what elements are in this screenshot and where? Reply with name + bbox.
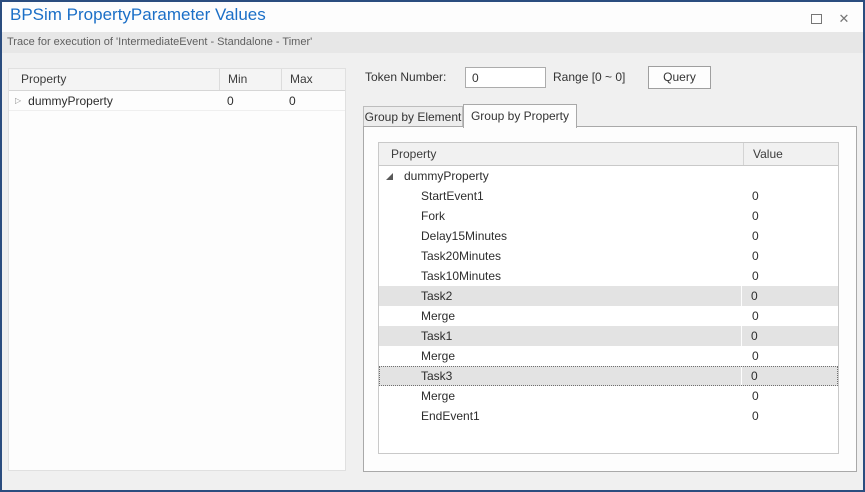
minmax-table-header: Property Min Max xyxy=(9,69,345,91)
column-header-property: Property xyxy=(379,143,743,165)
minmax-table-body: ▷ dummyProperty 00 xyxy=(9,91,345,111)
property-value: 0 xyxy=(743,386,838,406)
bpsim-dialog-window: BPSim PropertyParameter Values ✕ Trace f… xyxy=(0,0,865,492)
property-name: Task2 xyxy=(421,286,452,306)
tab-group-by-element[interactable]: Group by Element xyxy=(363,106,463,127)
table-row[interactable]: Task3 0 xyxy=(379,366,838,386)
table-row[interactable]: EndEvent1 0 xyxy=(379,406,838,426)
property-name: dummyProperty xyxy=(28,91,113,111)
column-header-property: Property xyxy=(9,69,219,90)
property-value: 0 xyxy=(742,326,838,346)
group-by-property-panel: Property Value dummyPropertyStartEvent1 0… xyxy=(363,126,857,472)
property-name: EndEvent1 xyxy=(421,406,480,426)
property-name: StartEvent1 xyxy=(421,186,484,206)
property-value-table-body: dummyPropertyStartEvent10Fork0Delay15Min… xyxy=(379,166,838,426)
table-row[interactable]: Task1 0 xyxy=(379,326,838,346)
min-value: 0 xyxy=(219,91,281,110)
title-bar: BPSim PropertyParameter Values ✕ xyxy=(2,2,863,32)
column-header-max: Max xyxy=(281,69,345,90)
property-value-table-header: Property Value xyxy=(379,143,838,166)
maximize-icon xyxy=(811,14,822,24)
property-value: 0 xyxy=(743,266,838,286)
property-value xyxy=(743,166,838,186)
table-row[interactable]: Merge 0 xyxy=(379,346,838,366)
column-header-min: Min xyxy=(219,69,281,90)
minmax-table: Property Min Max ▷ dummyProperty 00 xyxy=(8,68,346,471)
property-name: Merge xyxy=(421,306,455,326)
query-button[interactable]: Query xyxy=(648,66,711,89)
property-value: 0 xyxy=(743,346,838,366)
property-name: Task10Minutes xyxy=(421,266,501,286)
range-label: Range [0 ~ 0] xyxy=(553,66,625,88)
property-value: 0 xyxy=(743,226,838,246)
property-name: Merge xyxy=(421,386,455,406)
tab-group-by-property[interactable]: Group by Property xyxy=(463,104,577,128)
property-name: Fork xyxy=(421,206,445,226)
property-value: 0 xyxy=(743,206,838,226)
table-row[interactable]: ▷ dummyProperty 00 xyxy=(9,91,345,111)
property-value: 0 xyxy=(742,286,838,306)
max-value: 0 xyxy=(281,91,345,110)
table-row[interactable]: Task20Minutes 0 xyxy=(379,246,838,266)
window-controls: ✕ xyxy=(805,10,855,27)
maximize-button[interactable] xyxy=(805,10,827,27)
property-value: 0 xyxy=(742,366,838,386)
table-row[interactable]: Merge 0 xyxy=(379,306,838,326)
table-row[interactable]: StartEvent1 0 xyxy=(379,186,838,206)
property-value: 0 xyxy=(743,246,838,266)
property-value-table: Property Value dummyPropertyStartEvent1 0… xyxy=(378,142,839,454)
table-row[interactable]: Task2 0 xyxy=(379,286,838,306)
property-name: Task1 xyxy=(421,326,452,346)
token-number-label: Token Number: xyxy=(365,66,446,88)
table-row[interactable]: Delay15Minutes 0 xyxy=(379,226,838,246)
table-row[interactable]: Merge 0 xyxy=(379,386,838,406)
property-name: Delay15Minutes xyxy=(421,226,507,246)
property-value: 0 xyxy=(743,186,838,206)
property-value: 0 xyxy=(743,406,838,426)
property-name: dummyProperty xyxy=(404,166,489,186)
property-name: Task3 xyxy=(421,366,452,386)
table-row[interactable]: Fork 0 xyxy=(379,206,838,226)
tree-expanded-icon[interactable] xyxy=(386,173,393,180)
property-name: Task20Minutes xyxy=(421,246,501,266)
trace-subtitle: Trace for execution of 'IntermediateEven… xyxy=(2,32,863,53)
token-number-input[interactable] xyxy=(465,67,546,88)
close-button[interactable]: ✕ xyxy=(833,10,855,27)
close-icon: ✕ xyxy=(839,12,850,25)
table-row[interactable]: dummyProperty xyxy=(379,166,838,186)
tree-collapsed-icon[interactable]: ▷ xyxy=(15,91,21,111)
table-row[interactable]: Task10Minutes 0 xyxy=(379,266,838,286)
column-header-value: Value xyxy=(743,143,838,165)
property-value: 0 xyxy=(743,306,838,326)
property-name: Merge xyxy=(421,346,455,366)
dialog-title: BPSim PropertyParameter Values xyxy=(10,5,266,25)
